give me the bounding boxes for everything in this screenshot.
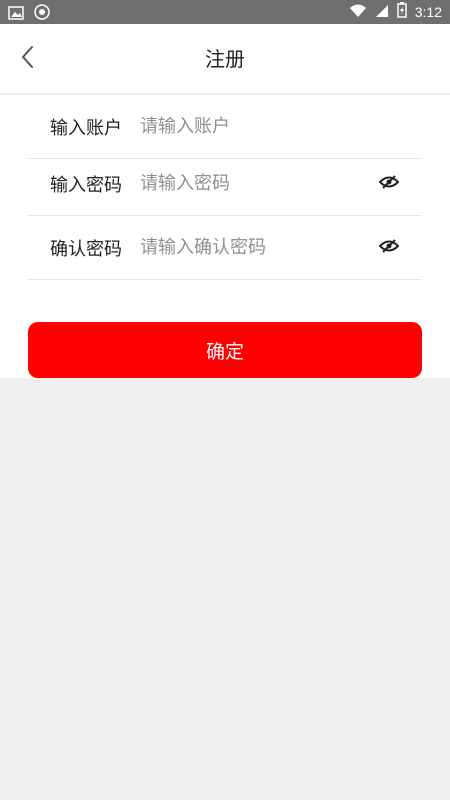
account-input[interactable] [140, 116, 422, 137]
wifi-icon [349, 3, 367, 22]
chevron-left-icon [20, 45, 34, 73]
back-button[interactable] [12, 44, 42, 74]
account-label: 输入账户 [50, 117, 122, 139]
password-label: 输入密码 [50, 174, 122, 196]
password-visibility-toggle[interactable] [376, 174, 402, 194]
app-badge-icon [34, 4, 50, 24]
status-bar: 3:12 [0, 0, 450, 24]
battery-charging-icon [397, 2, 407, 22]
image-icon [8, 5, 24, 24]
password-row: 输入密码 [28, 152, 422, 216]
confirm-password-input[interactable] [140, 237, 376, 258]
eye-hidden-icon [378, 174, 400, 193]
eye-hidden-icon [378, 238, 400, 257]
confirm-password-label: 确认密码 [50, 238, 122, 260]
header: 注册 [0, 24, 450, 94]
account-row: 输入账户 [28, 95, 422, 159]
confirm-password-row: 确认密码 [28, 216, 422, 280]
signal-icon [375, 3, 389, 22]
confirm-password-visibility-toggle[interactable] [376, 238, 402, 258]
confirm-button[interactable]: 确定 [28, 322, 422, 378]
page-title: 注册 [205, 47, 245, 71]
status-time: 3:12 [414, 4, 442, 20]
password-input[interactable] [140, 173, 376, 194]
